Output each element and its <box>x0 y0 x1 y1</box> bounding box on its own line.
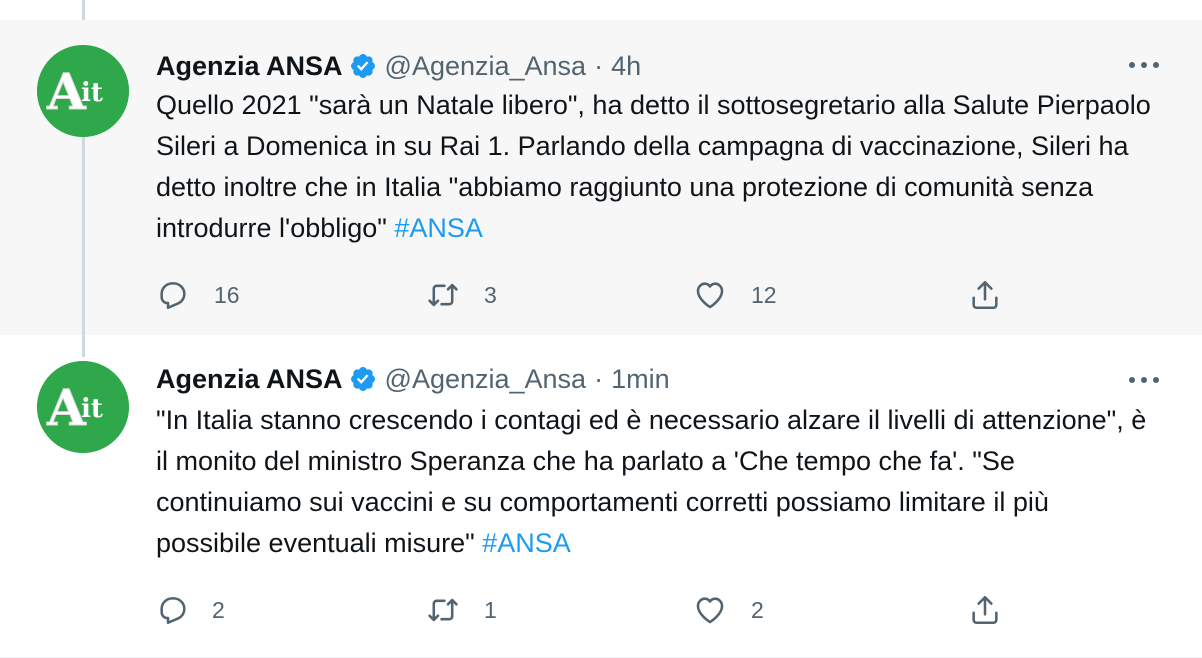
share-icon <box>972 595 998 625</box>
like-icon <box>696 282 724 309</box>
verified-badge-icon <box>349 365 377 393</box>
tweet-body: "In Italia stanno crescendo i contagi ed… <box>156 405 1147 558</box>
tweet-timestamp[interactable]: 4h <box>611 51 641 82</box>
share-button[interactable] <box>968 590 1002 630</box>
separator-dot: · <box>594 50 604 81</box>
share-icon <box>972 280 998 310</box>
share-button[interactable] <box>968 275 1002 315</box>
like-button[interactable]: 12 <box>693 275 777 315</box>
avatar[interactable]: A it <box>37 361 129 453</box>
like-button[interactable]: 2 <box>693 590 764 630</box>
reply-count: 16 <box>214 281 240 308</box>
retweet-count: 3 <box>484 281 497 308</box>
more-icon <box>1129 377 1159 383</box>
tweet-text: Quello 2021 "sarà un Natale libero", ha … <box>156 85 1156 249</box>
retweet-button[interactable]: 1 <box>426 590 497 630</box>
reply-icon <box>160 597 186 625</box>
like-icon <box>696 597 724 624</box>
separator-dot: · <box>594 363 604 394</box>
avatar[interactable]: A it <box>37 45 129 137</box>
tweet-actions: 16 3 12 <box>156 275 1036 315</box>
tweet-timestamp[interactable]: 1min <box>611 364 670 395</box>
retweet-icon <box>428 598 458 622</box>
more-icon <box>1129 62 1159 68</box>
thread-connector <box>82 335 85 357</box>
tweet[interactable]: A it Agenzia ANSA @Agenzia_Ansa · 4h Que… <box>0 20 1202 335</box>
author-name[interactable]: Agenzia ANSA <box>156 51 343 82</box>
tweet-header: Agenzia ANSA @Agenzia_Ansa · 1min <box>156 361 670 397</box>
more-options-button[interactable] <box>1124 50 1164 80</box>
retweet-icon <box>428 283 458 307</box>
hashtag-link[interactable]: #ANSA <box>482 528 571 558</box>
hashtag-link[interactable]: #ANSA <box>394 213 483 243</box>
author-handle[interactable]: @Agenzia_Ansa <box>385 364 587 395</box>
like-count: 2 <box>751 596 764 623</box>
tweet-text: "In Italia stanno crescendo i contagi ed… <box>156 400 1156 564</box>
retweet-button[interactable]: 3 <box>426 275 497 315</box>
svg-text:it: it <box>81 394 103 424</box>
thread-connector-top <box>82 0 85 20</box>
svg-text:it: it <box>81 78 103 108</box>
more-options-button[interactable] <box>1124 365 1164 395</box>
reply-icon <box>160 282 186 310</box>
thread-connector <box>82 132 85 335</box>
tweet-actions: 2 1 2 <box>156 590 1036 630</box>
author-handle[interactable]: @Agenzia_Ansa <box>385 51 587 82</box>
author-name[interactable]: Agenzia ANSA <box>156 364 343 395</box>
like-count: 12 <box>751 281 777 308</box>
reply-button[interactable]: 16 <box>156 275 240 315</box>
reply-count: 2 <box>212 596 225 623</box>
tweet-header: Agenzia ANSA @Agenzia_Ansa · 4h <box>156 48 641 84</box>
tweet[interactable]: A it Agenzia ANSA @Agenzia_Ansa · 1min "… <box>0 335 1202 658</box>
tweet-body: Quello 2021 "sarà un Natale libero", ha … <box>156 90 1151 243</box>
verified-badge-icon <box>349 52 377 80</box>
retweet-count: 1 <box>484 596 497 623</box>
reply-button[interactable]: 2 <box>156 590 225 630</box>
